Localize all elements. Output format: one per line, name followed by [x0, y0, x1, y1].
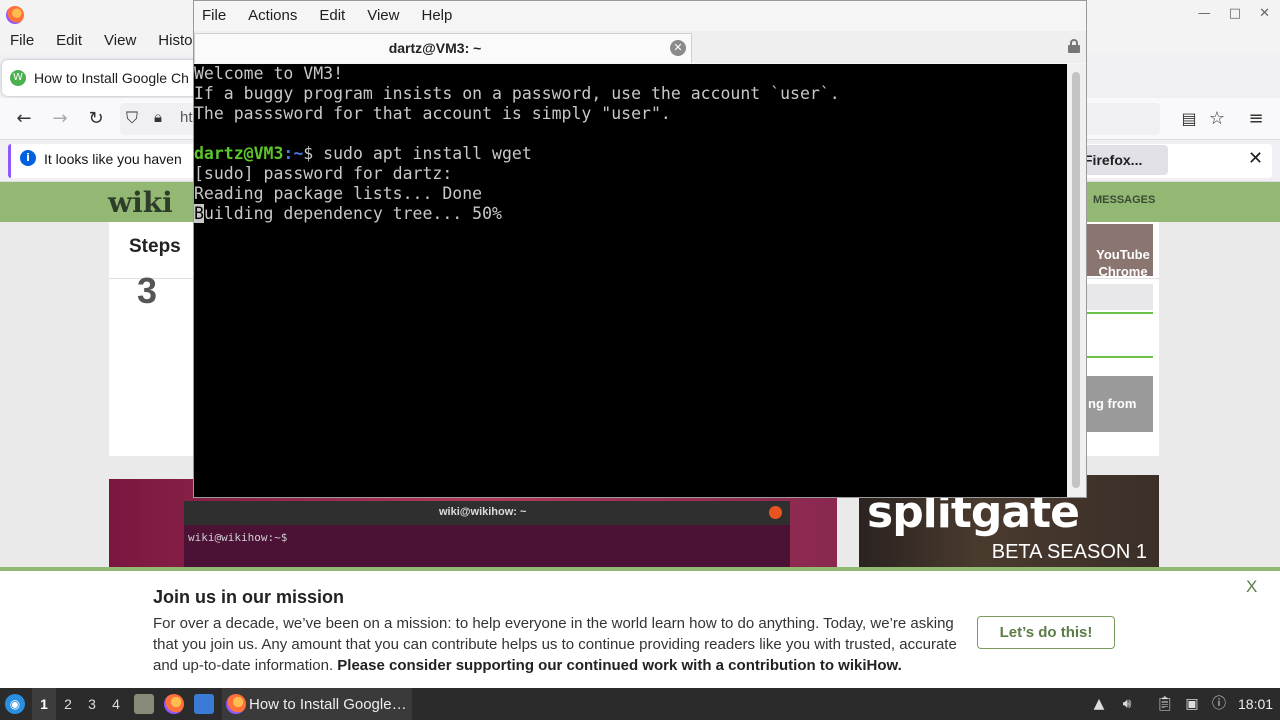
workspace-2[interactable]: 2: [56, 688, 80, 720]
workspace-4[interactable]: 4: [104, 688, 128, 720]
terminal-screen[interactable]: Welcome to VM3! If a buggy program insis…: [194, 64, 1067, 497]
donation-body: For over a decade, we’ve been on a missi…: [153, 613, 963, 676]
close-icon[interactable]: ✕: [1259, 6, 1270, 21]
terminal-line: [sudo] password for dartz:: [194, 164, 453, 183]
terminal-tab-title: dartz@VM3: ~: [388, 40, 482, 56]
hamburger-menu-icon[interactable]: ≡: [1244, 107, 1268, 131]
tray-up-arrow-icon[interactable]: ▲: [1090, 695, 1108, 713]
prompt-user: dartz@VM3: [194, 144, 284, 163]
ad-subtitle: BETA SEASON 1: [991, 541, 1147, 563]
display-icon[interactable]: ▣: [1183, 695, 1201, 713]
notification-text: It looks like you haven: [44, 151, 182, 167]
volume-icon[interactable]: 🔊︎: [1118, 695, 1136, 713]
menu-file[interactable]: File: [10, 30, 34, 54]
terminal-line: The passsword for that account is simply…: [194, 104, 671, 123]
video-terminal-prompt: wiki@wikihow:~$: [188, 531, 288, 544]
bookmark-star-icon[interactable]: ☆: [1205, 107, 1229, 131]
related-thumbnail-3[interactable]: [1086, 312, 1153, 358]
reader-view-icon[interactable]: ▤: [1177, 107, 1201, 131]
prompt-command: $ sudo apt install wget: [303, 144, 532, 163]
minimize-icon[interactable]: —: [1198, 6, 1211, 21]
task-label: How to Install Google…: [249, 696, 407, 713]
tab-title: How to Install Google Ch: [34, 70, 189, 86]
terminal-line: Welcome to VM3!: [194, 64, 344, 83]
donation-close-icon[interactable]: X: [1246, 577, 1257, 597]
browser-tab[interactable]: W How to Install Google Ch: [2, 60, 202, 96]
video-terminal-titlebar: wiki@wikihow: ~: [184, 501, 790, 525]
maximize-icon[interactable]: □: [1229, 6, 1241, 21]
menu-history[interactable]: Histo: [158, 30, 192, 54]
donation-banner: Join us in our mission For over a decade…: [0, 567, 1280, 688]
wikihow-favicon-icon: W: [10, 70, 26, 86]
lock-icon[interactable]: 🔒︎: [154, 108, 162, 126]
tab-close-icon[interactable]: ✕: [670, 40, 686, 56]
donation-bold-text: Please consider supporting our continued…: [337, 657, 902, 674]
related-thumbnail-2[interactable]: [1086, 284, 1153, 310]
terminal-tabbar: dartz@VM3: ~ ✕: [194, 31, 1086, 63]
window-controls: — □ ✕: [1198, 6, 1270, 21]
terminal-line: uilding dependency tree... 50%: [203, 204, 502, 223]
donation-title: Join us in our mission: [153, 587, 345, 607]
back-icon[interactable]: ←: [12, 107, 36, 131]
related-thumbnail-1-text: YouTube Chrome: [1096, 247, 1150, 276]
scrollbar-thumb[interactable]: [1072, 72, 1080, 488]
wikihow-logo[interactable]: wiki: [108, 186, 173, 219]
lock-icon[interactable]: [1068, 39, 1080, 53]
notification-action-button[interactable]: Firefox...: [1074, 145, 1168, 175]
related-thumbnail-1[interactable]: YouTube Chrome: [1086, 224, 1153, 276]
terminal-menubar: File Actions Edit View Help: [194, 1, 1086, 31]
terminal-menu-edit[interactable]: Edit: [319, 1, 345, 31]
terminal-menu-view[interactable]: View: [367, 1, 399, 31]
clock[interactable]: 18:01: [1238, 696, 1273, 712]
firefox-task-icon: [226, 694, 246, 714]
terminal-menu-file[interactable]: File: [202, 1, 226, 31]
step-number: 3: [137, 270, 158, 311]
menu-edit[interactable]: Edit: [56, 30, 82, 54]
terminal-window: File Actions Edit View Help dartz@VM3: ~…: [193, 0, 1087, 498]
info-icon: i: [20, 150, 36, 166]
reload-icon[interactable]: ↻: [84, 107, 108, 131]
prompt-path: :~: [283, 144, 304, 163]
taskbar: ◉ 1 2 3 4 How to Install Google… ▲ 🔊︎ 📋︎…: [0, 688, 1280, 720]
start-menu-icon[interactable]: ◉: [5, 694, 25, 714]
show-desktop-icon[interactable]: [194, 694, 214, 714]
terminal-menu-help[interactable]: Help: [421, 1, 452, 31]
terminal-menu-actions[interactable]: Actions: [248, 1, 297, 31]
forward-icon[interactable]: →: [48, 107, 72, 131]
firefox-logo-icon: [6, 6, 24, 24]
taskbar-task-firefox[interactable]: How to Install Google…: [222, 688, 412, 720]
notifications-icon[interactable]: ⓘ: [1210, 695, 1228, 713]
video-close-icon: [769, 506, 782, 519]
menu-view[interactable]: View: [104, 30, 136, 54]
terminal-output: Welcome to VM3! If a buggy program insis…: [194, 64, 840, 224]
file-manager-icon[interactable]: [134, 694, 154, 714]
related-thumbnail-4-text: ng from: [1088, 396, 1137, 411]
workspace-1[interactable]: 1: [32, 688, 56, 720]
video-terminal-title: wiki@wikihow: ~: [439, 506, 527, 518]
shield-icon[interactable]: ⛉: [126, 108, 138, 128]
url-text: ht: [180, 109, 193, 126]
workspace-3[interactable]: 3: [80, 688, 104, 720]
messages-link[interactable]: MESSAGES: [1093, 194, 1155, 206]
clipboard-icon[interactable]: 📋︎: [1156, 695, 1174, 713]
firefox-launcher-icon[interactable]: [164, 694, 184, 714]
steps-heading: Steps: [129, 236, 181, 257]
terminal-line: If a buggy program insists on a password…: [194, 84, 840, 103]
video-terminal-body: wiki@wikihow:~$: [184, 525, 790, 570]
related-thumbnail-4[interactable]: ng from: [1086, 376, 1153, 432]
terminal-scrollbar[interactable]: [1067, 64, 1086, 497]
terminal-cursor: B: [194, 204, 204, 223]
terminal-tab[interactable]: dartz@VM3: ~ ✕: [194, 33, 692, 63]
donate-button[interactable]: Let’s do this!: [977, 616, 1115, 649]
notification-close-icon[interactable]: ✕: [1248, 148, 1263, 169]
terminal-line: Reading package lists... Done: [194, 184, 483, 203]
